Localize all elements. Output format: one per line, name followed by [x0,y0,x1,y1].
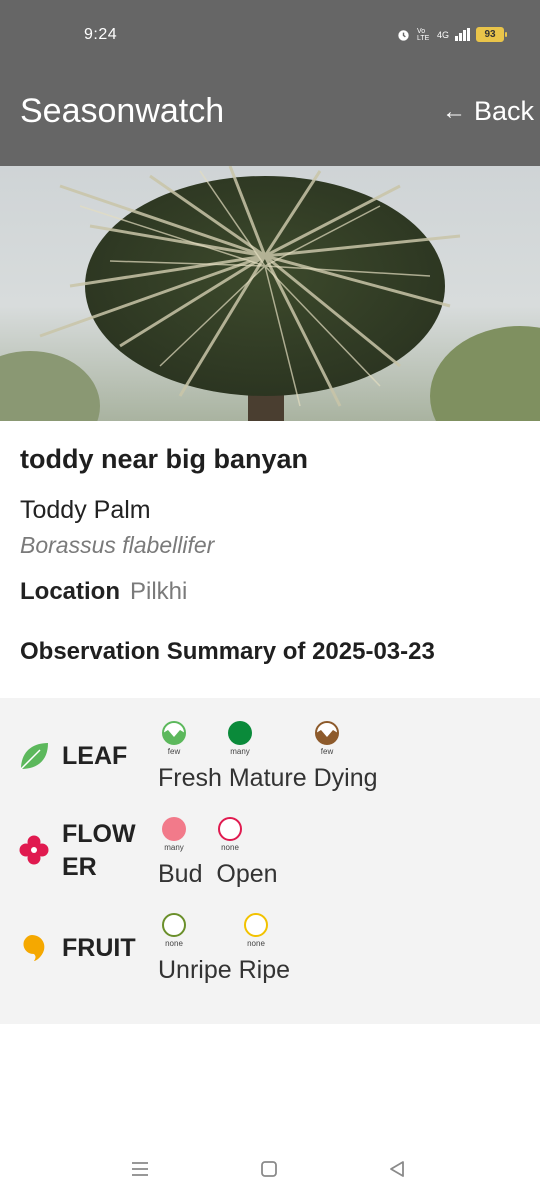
flower-open-amount: none [221,843,239,852]
common-name: Toddy Palm [20,496,151,524]
flower-icon [19,835,49,865]
flower-label-line2: ER [62,853,97,881]
half-filled-circle-icon [162,721,186,745]
fruit-ripe-amount: none [247,939,265,948]
leaf-dying-amount: few [320,747,334,756]
leaf-mature-marker: many [220,720,260,756]
fruit-label: FRUIT [62,934,136,962]
leaf-fresh-marker: few [154,720,194,756]
tree-photo [0,166,540,421]
network-indicator: 4G [436,29,449,40]
flower-open-marker: none [210,816,250,852]
empty-circle-icon [218,817,242,841]
leaf-fresh-amount: few [167,747,181,756]
menu-icon[interactable] [131,1160,149,1178]
leaf-dying-marker: few [307,720,347,756]
back-label: Back [473,96,534,126]
fruit-stage-labels: Unripe Ripe [158,956,291,984]
alarm-icon [398,30,409,41]
flower-label-line1: FLOW [62,820,136,848]
volte-indicator: Vo LTE [416,27,430,42]
tree-nickname: toddy near big banyan [20,444,309,474]
flower-bud-amount: many [164,843,184,852]
observation-summary: LEAF few many few Fresh Mature Dying FLO… [0,698,540,1024]
battery-icon: 93 [476,27,507,42]
leaf-label: LEAF [62,742,128,770]
status-time: 9:24 [84,26,118,43]
observation-title: Observation Summary of 2025-03-23 [20,638,435,665]
palm-tree-illustration [0,166,540,421]
empty-circle-icon [244,913,268,937]
back-button[interactable]: ← Back [442,96,534,127]
app-bar: Seasonwatch ← Back [0,58,540,166]
triangle-back-icon[interactable] [388,1160,406,1178]
signal-icon [455,28,470,41]
leaf-mature-amount: many [230,747,250,756]
filled-circle-icon [162,817,186,841]
location-value: Pilkhi [130,578,188,605]
flower-stage-labels: Bud Open [158,860,278,888]
flower-bud-marker: many [154,816,194,852]
app-title: Seasonwatch [20,92,225,130]
square-icon[interactable] [260,1160,278,1178]
fruit-unripe-marker: none [154,912,194,948]
fruit-unripe-amount: none [165,939,183,948]
leaf-icon [20,743,48,770]
status-icons: Vo LTE 4G 93 [396,27,507,42]
arrow-left-icon: ← [441,97,466,125]
leaf-stage-labels: Fresh Mature Dying [158,764,378,792]
fruit-icon [23,935,45,961]
location-label: Location [20,578,120,605]
scientific-name: Borassus flabellifer [20,532,215,558]
fruit-ripe-marker: none [236,912,276,948]
filled-circle-icon [228,721,252,745]
location-row: Location Pilkhi [20,578,187,606]
half-filled-circle-icon [315,721,339,745]
empty-circle-icon [162,913,186,937]
status-bar: 9:24 Vo LTE 4G 93 [0,0,540,58]
system-nav-bar [0,1146,540,1200]
